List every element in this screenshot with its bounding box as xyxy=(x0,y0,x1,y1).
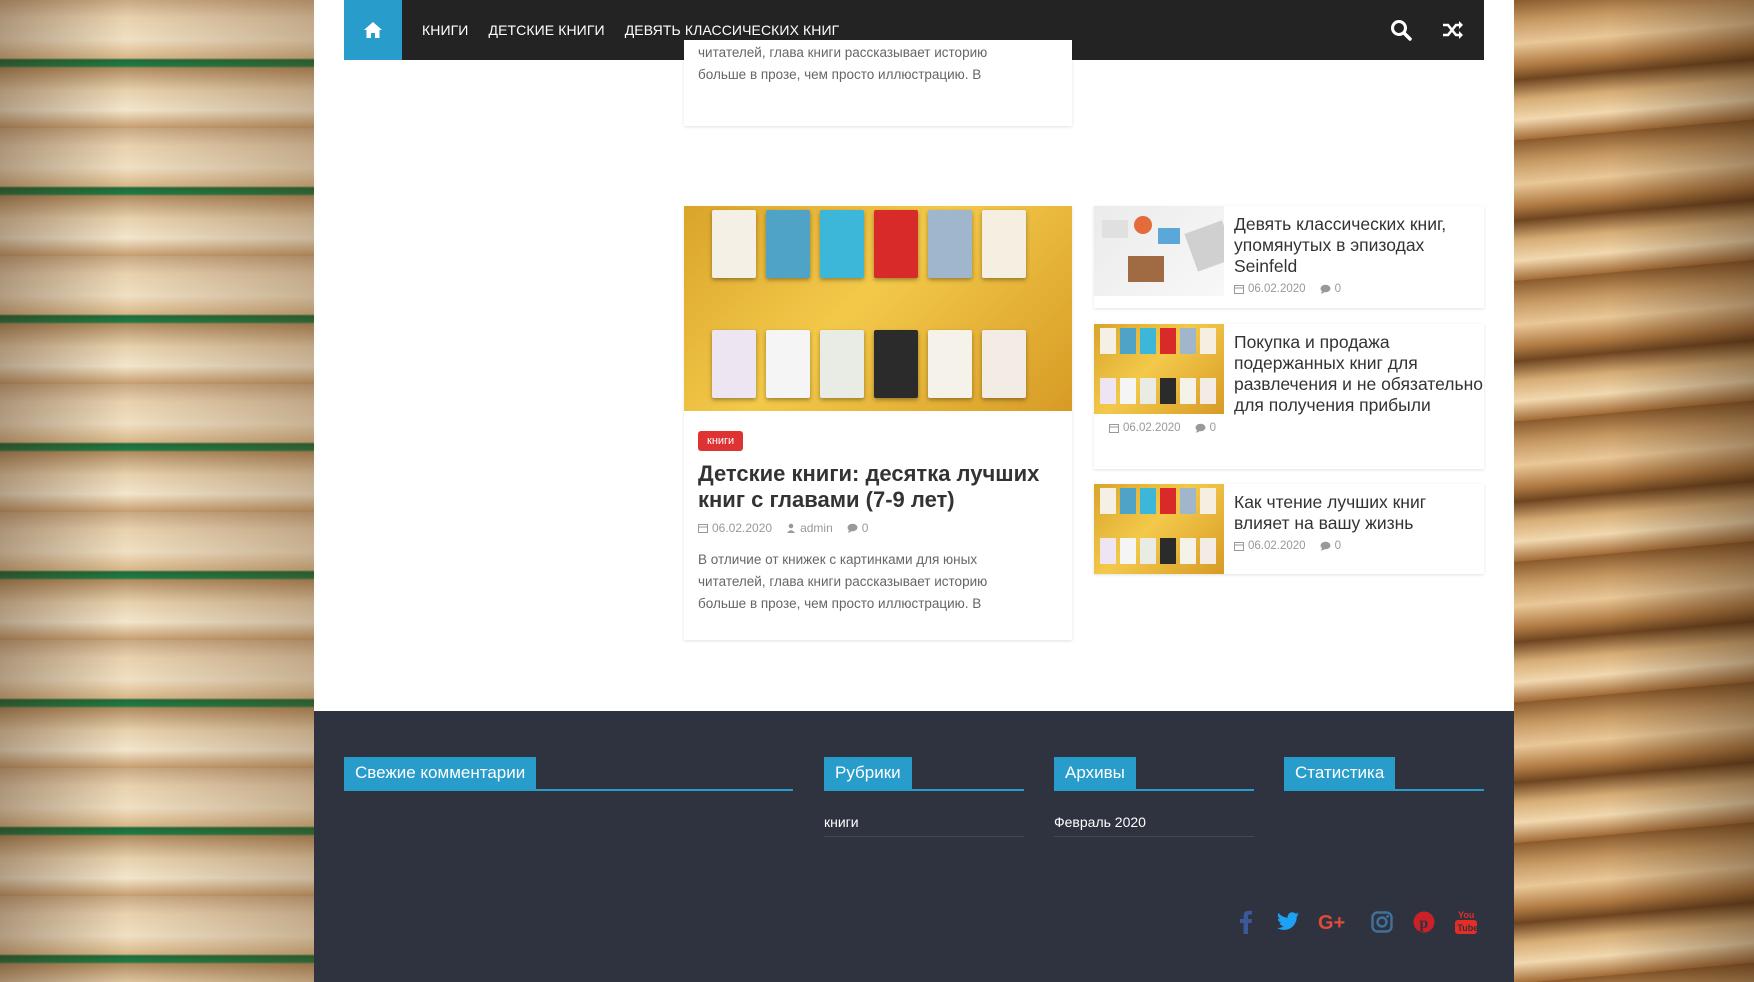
pinterest-icon[interactable]: p xyxy=(1412,909,1436,935)
comment-icon xyxy=(1320,284,1331,294)
post-date[interactable]: 06.02.2020 xyxy=(1109,422,1181,434)
widget-divider xyxy=(824,789,1024,791)
post-card-top: читателей, глава книги рассказывает исто… xyxy=(684,40,1072,126)
post-thumbnail[interactable] xyxy=(684,206,1072,411)
footer-widget-statistics: Статистика xyxy=(1284,757,1484,791)
svg-text:p: p xyxy=(1419,915,1428,932)
calendar-icon xyxy=(698,524,708,533)
post-thumbnail[interactable] xyxy=(1094,324,1224,414)
widget-title: Статистика xyxy=(1284,757,1396,789)
post-comments[interactable]: 0 xyxy=(1320,283,1341,295)
post-date[interactable]: 06.02.2020 xyxy=(698,521,772,535)
category-badge[interactable]: книги xyxy=(698,431,744,451)
post-thumbnail[interactable] xyxy=(1094,206,1224,296)
footer-widget-archives: Архивы Февраль 2020 xyxy=(1054,757,1254,837)
svg-text:You: You xyxy=(1458,910,1474,920)
post-date[interactable]: 06.02.2020 xyxy=(1234,283,1306,295)
nav-item-childrens-books[interactable]: ДЕТСКИЕ КНИГИ xyxy=(488,22,604,38)
comment-icon xyxy=(847,523,858,533)
widget-title: Свежие комментарии xyxy=(344,757,537,789)
widget-divider xyxy=(1054,789,1254,791)
instagram-icon[interactable] xyxy=(1370,909,1394,935)
page-container: КНИГИ ДЕТСКИЕ КНИГИ ДЕВЯТЬ КЛАССИЧЕСКИХ … xyxy=(314,0,1514,982)
footer-widget-categories: Рубрики книги xyxy=(824,757,1024,837)
post-meta: 06.02.2020 0 xyxy=(1234,540,1484,552)
post-thumbnail[interactable] xyxy=(1094,484,1224,574)
site-footer: Свежие комментарии Рубрики книги Архивы … xyxy=(314,711,1514,982)
comment-icon xyxy=(1320,541,1331,551)
post-author[interactable]: admin xyxy=(786,521,833,535)
comment-icon xyxy=(1195,423,1206,433)
post-meta: 06.02.2020 admin 0 xyxy=(698,521,1058,535)
nav-item-books[interactable]: КНИГИ xyxy=(422,22,468,38)
post-comments[interactable]: 0 xyxy=(1195,422,1216,434)
nav-item-nine-classic-books[interactable]: ДЕВЯТЬ КЛАССИЧЕСКИХ КНИГ xyxy=(625,22,840,38)
widget-title: Архивы xyxy=(1054,757,1136,789)
background-bookshelf-left xyxy=(0,0,314,982)
side-post-card: Как чтение лучших книг влияет на вашу жи… xyxy=(1094,484,1484,574)
post-excerpt: В отличие от книжек с картинками для юны… xyxy=(698,552,988,611)
archive-link[interactable]: Февраль 2020 xyxy=(1054,814,1254,837)
background-bookshelf-right xyxy=(1514,0,1754,982)
home-icon xyxy=(364,22,382,38)
post-excerpt: читателей, глава книги рассказывает исто… xyxy=(698,45,988,82)
widget-title: Рубрики xyxy=(824,757,912,789)
home-button[interactable] xyxy=(344,0,402,60)
footer-widget-recent-comments: Свежие комментарии xyxy=(344,757,793,791)
random-shuffle-icon[interactable] xyxy=(1438,15,1468,45)
post-meta: 06.02.2020 0 xyxy=(1234,283,1484,295)
side-post-card: Девять классических книг, упомянутых в э… xyxy=(1094,206,1484,308)
google-plus-icon[interactable]: G+ xyxy=(1318,909,1352,935)
social-links: G+ p You Tube xyxy=(1234,909,1478,935)
widget-divider xyxy=(1284,789,1484,791)
post-title[interactable]: Детские книги: десятка лучших книг с гла… xyxy=(698,461,1058,513)
category-link[interactable]: книги xyxy=(824,814,1024,837)
svg-text:Tube: Tube xyxy=(1457,923,1477,933)
calendar-icon xyxy=(1109,424,1119,433)
search-icon[interactable] xyxy=(1386,15,1416,45)
side-post-card: Покупка и продажа подержанных книг для р… xyxy=(1094,324,1484,469)
post-date[interactable]: 06.02.2020 xyxy=(1234,540,1306,552)
featured-post-card: книги Детские книги: десятка лучших книг… xyxy=(684,206,1072,640)
calendar-icon xyxy=(1234,542,1244,551)
youtube-icon[interactable]: You Tube xyxy=(1454,909,1478,935)
user-icon xyxy=(787,523,796,533)
calendar-icon xyxy=(1234,285,1244,294)
post-comments[interactable]: 0 xyxy=(847,521,868,535)
facebook-icon[interactable] xyxy=(1234,909,1258,935)
post-meta: 06.02.2020 0 xyxy=(1094,422,1484,434)
widget-divider xyxy=(344,789,793,791)
svg-text:G+: G+ xyxy=(1318,912,1345,932)
post-comments[interactable]: 0 xyxy=(1320,540,1341,552)
twitter-icon[interactable] xyxy=(1276,909,1300,935)
